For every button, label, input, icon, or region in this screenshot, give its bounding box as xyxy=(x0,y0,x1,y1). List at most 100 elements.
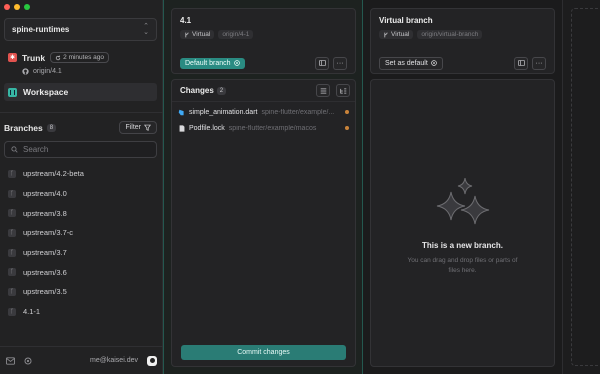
file-icon xyxy=(178,124,185,132)
sidebar-footer: me@kaisei.dev xyxy=(0,347,163,374)
dart-file-icon xyxy=(178,109,185,116)
window-controls xyxy=(4,4,30,10)
new-lane-placeholder[interactable] xyxy=(562,0,600,374)
target-icon xyxy=(233,60,240,66)
list-icon xyxy=(320,88,326,93)
branch-icon: ᚴ xyxy=(8,248,16,257)
file-path: spine-flutter/example/macos xyxy=(228,124,317,132)
commit-button[interactable]: Commit changes xyxy=(181,345,346,360)
branch-item[interactable]: ᚴ upstream/3.7 xyxy=(4,243,157,263)
user-email[interactable]: me@kaisei.dev xyxy=(90,357,138,364)
virtual-tag: Virtual xyxy=(180,30,215,39)
default-branch-label: Default branch xyxy=(185,59,231,67)
minimize-window-button[interactable] xyxy=(14,4,20,10)
tree-view-button[interactable] xyxy=(336,84,350,97)
filter-label: Filter xyxy=(125,124,141,131)
virtual-tag-label: Virtual xyxy=(391,31,410,38)
remote-tag: origin/virtual-branch xyxy=(417,30,483,39)
settings-icon[interactable] xyxy=(24,356,32,365)
branch-name: upstream/4.0 xyxy=(23,189,67,199)
empty-title: This is a new branch. xyxy=(422,241,503,250)
collapse-lane-button[interactable] xyxy=(315,56,329,70)
sidebar-panel-icon xyxy=(517,60,525,66)
refresh-icon xyxy=(55,55,61,60)
virtual-tag-label: Virtual xyxy=(192,31,211,38)
set-as-default-label: Set as default xyxy=(385,59,428,67)
more-options-button[interactable]: ··· xyxy=(532,56,546,70)
more-options-button[interactable]: ··· xyxy=(333,56,347,70)
branch-lane-header: Virtual branch Virtual origin/virtual-br… xyxy=(370,8,555,74)
modified-dot xyxy=(345,126,349,130)
branch-icon: ᚴ xyxy=(8,287,16,296)
branch-lane-header: 4.1 Virtual origin/4-1 Default branch ··… xyxy=(171,8,356,74)
branch-list: ᚴ upstream/4.2-beta ᚴ upstream/4.0 ᚴ upstre… xyxy=(4,164,157,322)
workspace-label: Workspace xyxy=(23,87,69,97)
ellipsis-icon: ··· xyxy=(336,59,344,67)
branch-item[interactable]: ᚴ 4.1-1 xyxy=(4,302,157,322)
virtual-tag: Virtual xyxy=(379,30,414,39)
sidebar-panel-icon xyxy=(318,60,326,66)
avatar[interactable] xyxy=(147,355,157,366)
tree-icon xyxy=(339,88,346,93)
search-input[interactable] xyxy=(23,145,143,154)
remote-tag: origin/4-1 xyxy=(218,30,254,39)
last-fetch-time: 2 minutes ago xyxy=(63,54,104,61)
branch-item[interactable]: ᚴ upstream/4.2-beta xyxy=(4,164,157,184)
modified-dot xyxy=(345,110,349,114)
branch-item[interactable]: ᚴ upstream/3.6 xyxy=(4,262,157,282)
list-view-button[interactable] xyxy=(316,84,330,97)
branch-icon: ᚴ xyxy=(8,209,16,218)
chevron-updown-icon: ⌃ ⌄ xyxy=(143,22,149,36)
branches-title: Branches xyxy=(4,122,43,133)
branch-item[interactable]: ᚴ upstream/3.5 xyxy=(4,282,157,302)
empty-description: You can drag and drop files or parts of … xyxy=(407,257,518,274)
trunk-remote: origin/4.1 xyxy=(33,68,62,75)
last-fetch-badge[interactable]: 2 minutes ago xyxy=(50,52,109,63)
file-name: simple_animation.dart xyxy=(189,108,258,116)
collapse-lane-button[interactable] xyxy=(514,56,528,70)
target-icon xyxy=(431,60,437,66)
branch-name: upstream/3.6 xyxy=(23,267,67,277)
branch-name: 4.1-1 xyxy=(23,307,41,317)
branch-item[interactable]: ᚴ upstream/3.7-c xyxy=(4,223,157,243)
branch-name: upstream/3.7-c xyxy=(23,228,74,238)
project-selector[interactable]: spine-runtimes ⌃ ⌄ xyxy=(4,18,157,41)
branch-name: upstream/3.7 xyxy=(23,248,67,258)
trunk-item[interactable]: ✱ Trunk 2 minutes ago origin/4.1 xyxy=(8,52,158,75)
branch-title[interactable]: 4.1 xyxy=(180,16,347,25)
project-name: spine-runtimes xyxy=(12,25,70,34)
new-lane-dropzone[interactable] xyxy=(571,8,600,366)
branch-search[interactable] xyxy=(4,141,157,158)
set-as-default-button[interactable]: Set as default xyxy=(379,56,443,70)
branch-icon xyxy=(384,32,388,37)
divider xyxy=(0,112,163,113)
branch-icon: ᚴ xyxy=(8,169,16,178)
branch-name: upstream/4.2-beta xyxy=(23,169,84,179)
changes-title: Changes xyxy=(180,86,214,95)
changes-count: 2 xyxy=(216,86,227,95)
branch-title[interactable]: Virtual branch xyxy=(379,16,546,25)
sidebar: spine-runtimes ⌃ ⌄ ✱ Trunk 2 minutes ago … xyxy=(0,0,163,374)
trunk-title: Trunk xyxy=(22,52,46,63)
empty-branch-dropzone[interactable]: This is a new branch. You can drag and d… xyxy=(370,79,555,367)
branch-name: upstream/3.8 xyxy=(23,208,67,218)
filter-button[interactable]: Filter xyxy=(119,121,157,134)
branch-icon xyxy=(185,32,189,37)
workspace-icon xyxy=(8,87,17,97)
close-window-button[interactable] xyxy=(4,4,10,10)
filter-icon xyxy=(144,124,151,131)
zoom-window-button[interactable] xyxy=(24,4,30,10)
mail-icon[interactable] xyxy=(6,356,15,365)
default-branch-button[interactable]: Default branch xyxy=(180,57,245,69)
workspace-item[interactable]: Workspace xyxy=(4,83,157,101)
branch-icon: ᚴ xyxy=(8,228,16,237)
file-row[interactable]: Podfile.lock spine-flutter/example/macos xyxy=(172,120,355,136)
branch-item[interactable]: ᚴ upstream/4.0 xyxy=(4,184,157,204)
file-path: spine-flutter/example/... xyxy=(261,108,335,116)
search-icon xyxy=(11,146,18,153)
branch-item[interactable]: ᚴ upstream/3.8 xyxy=(4,203,157,223)
branch-icon: ᚴ xyxy=(8,189,16,198)
file-row[interactable]: simple_animation.dart spine-flutter/exam… xyxy=(172,104,355,120)
branches-count: 8 xyxy=(46,123,57,132)
trunk-icon: ✱ xyxy=(8,53,17,62)
